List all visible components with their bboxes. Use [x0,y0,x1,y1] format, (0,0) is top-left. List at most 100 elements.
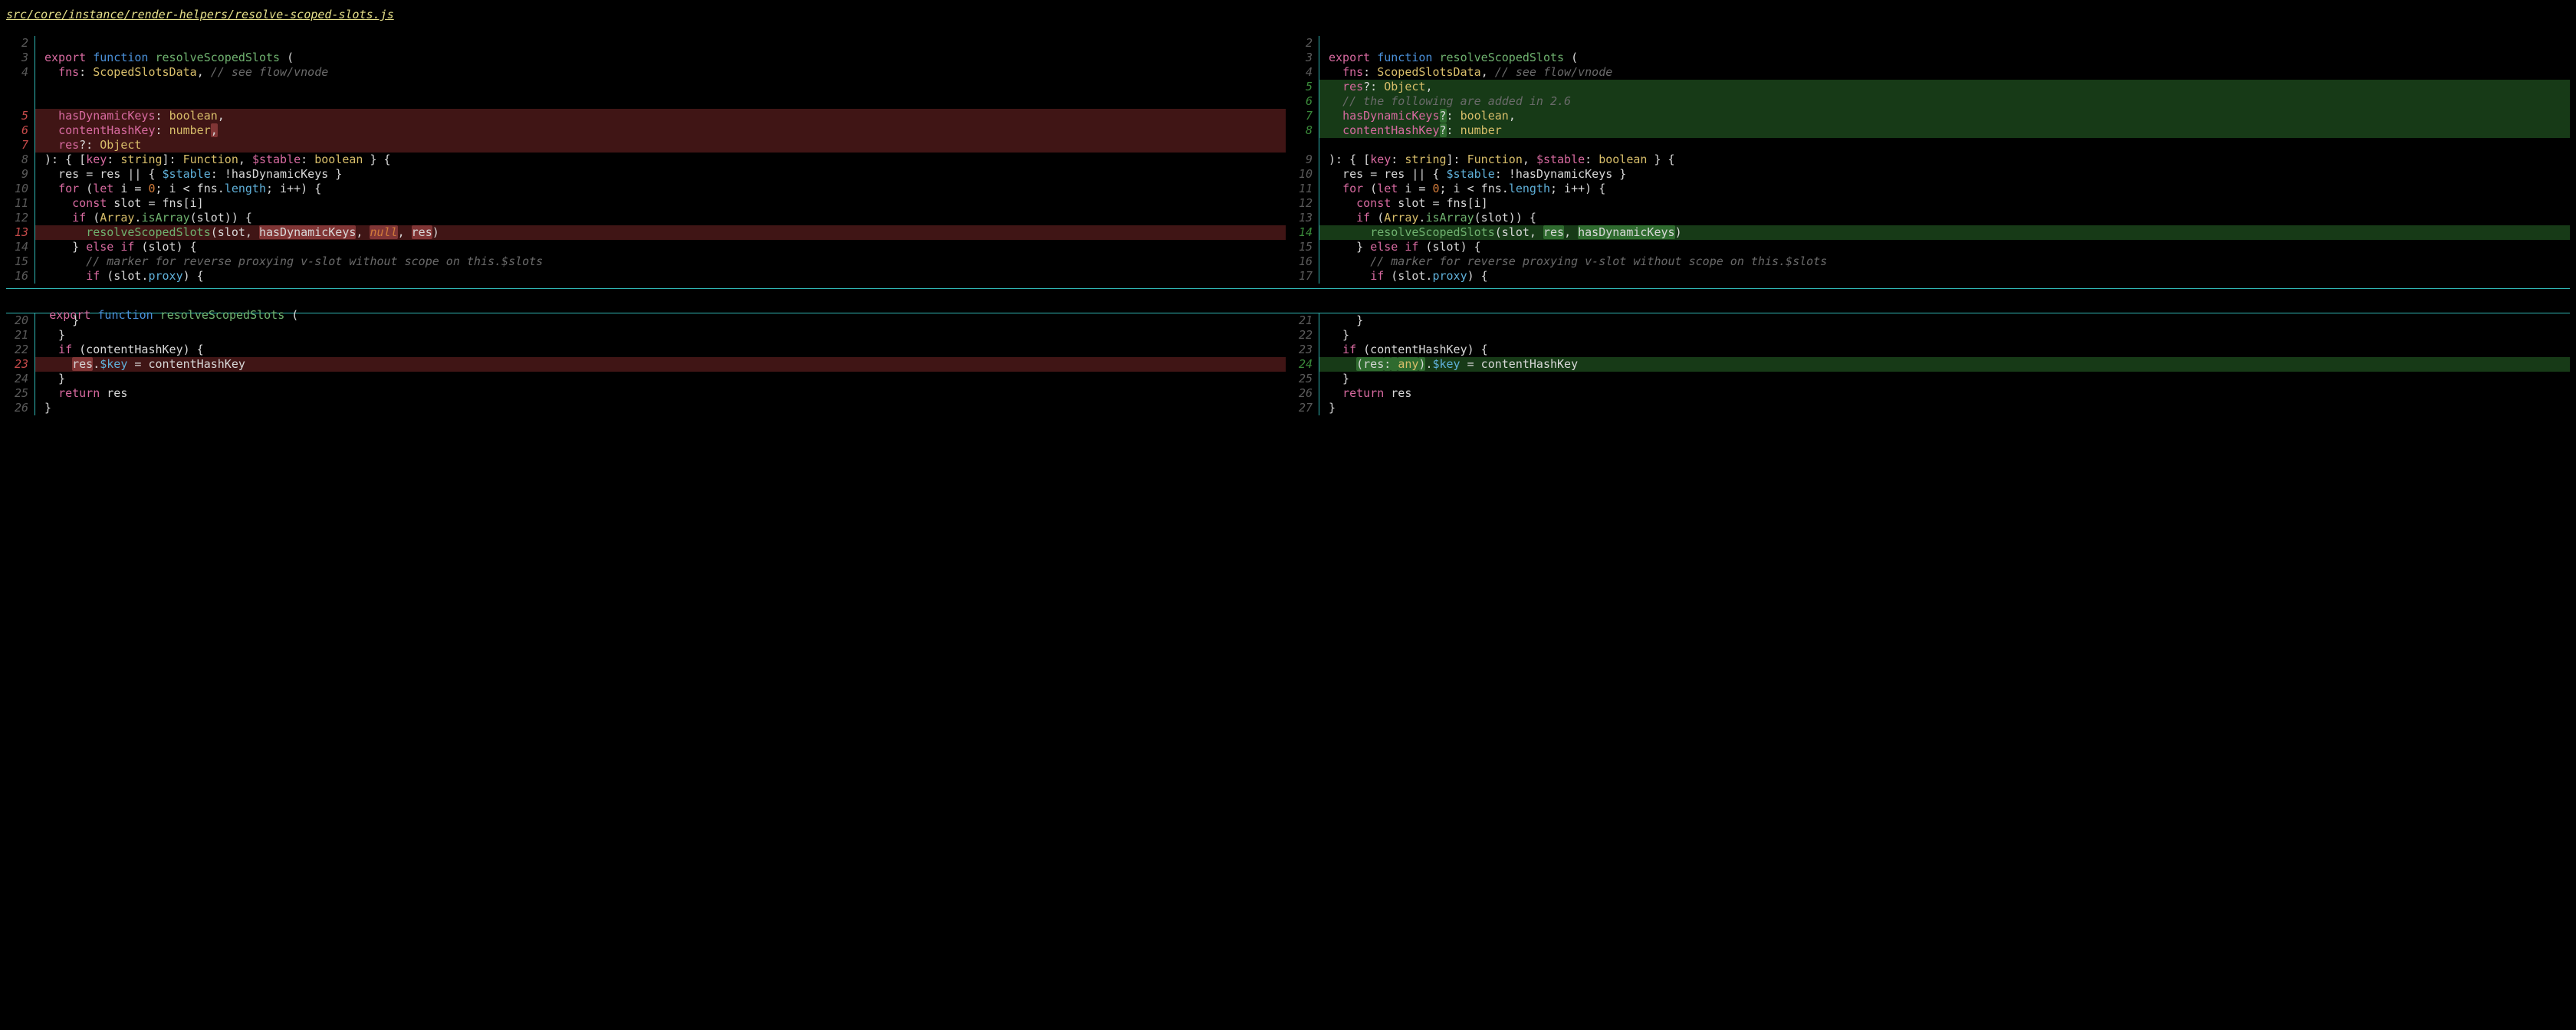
diff-pane-left: 20 }21 }22 if (contentHashKey) {23 res.$… [6,313,1286,415]
code-content: } [43,372,1286,386]
diff-line[interactable]: 21 } [6,328,1286,343]
line-number [1290,138,1319,153]
diff-line[interactable]: 7 hasDynamicKeys?: boolean, [1290,109,2570,123]
diff-line[interactable]: 13 if (Array.isArray(slot)) { [1290,211,2570,225]
diff-line[interactable]: 5 hasDynamicKeys: boolean, [6,109,1286,123]
diff-line[interactable]: 12 if (Array.isArray(slot)) { [6,211,1286,225]
gutter-separator [35,254,43,269]
gutter-separator [35,65,43,80]
code-content [43,94,1286,109]
line-number: 22 [1290,328,1319,343]
code-content: resolveScopedSlots(slot, hasDynamicKeys,… [43,225,1286,240]
diff-line[interactable]: 9 res = res || { $stable: !hasDynamicKey… [6,167,1286,182]
code-content: return res [43,386,1286,401]
gutter-separator [1319,313,1327,328]
line-number: 11 [6,196,35,211]
code-content: res.$key = contentHashKey [43,357,1286,372]
gutter-separator [35,36,43,51]
code-content: res?: Object, [1327,80,2570,94]
diff-line[interactable]: 10 res = res || { $stable: !hasDynamicKe… [1290,167,2570,182]
gutter-separator [35,328,43,343]
diff-line[interactable]: 4 fns: ScopedSlotsData, // see flow/vnod… [1290,65,2570,80]
diff-line[interactable]: 15 } else if (slot) { [1290,240,2570,254]
gutter-separator [35,343,43,357]
diff-line[interactable] [1290,138,2570,153]
diff-line[interactable]: 14 } else if (slot) { [6,240,1286,254]
gutter-separator [35,211,43,225]
code-content: ): { [key: string]: Function, $stable: b… [43,153,1286,167]
diff-line[interactable]: 8): { [key: string]: Function, $stable: … [6,153,1286,167]
collapsed-context-header[interactable]: export function resolveScopedSlots ( [6,288,2570,313]
diff-line[interactable]: 15 // marker for reverse proxying v-slot… [6,254,1286,269]
diff-line[interactable]: 26} [6,401,1286,415]
file-path-header[interactable]: src/core/instance/render-helpers/resolve… [6,6,2570,28]
code-content: res?: Object [43,138,1286,153]
diff-line[interactable]: 13 resolveScopedSlots(slot, hasDynamicKe… [6,225,1286,240]
gutter-separator [1319,94,1327,109]
diff-line[interactable]: 14 resolveScopedSlots(slot, res, hasDyna… [1290,225,2570,240]
diff-line[interactable]: 20 } [6,313,1286,328]
diff-line[interactable]: 10 for (let i = 0; i < fns.length; i++) … [6,182,1286,196]
diff-hunk-1: 23export function resolveScopedSlots (4 … [6,36,2570,284]
diff-line[interactable]: 4 fns: ScopedSlotsData, // see flow/vnod… [6,65,1286,80]
code-content: (res: any).$key = contentHashKey [1327,357,2570,372]
code-content: } [43,313,1286,328]
diff-line[interactable]: 12 const slot = fns[i] [1290,196,2570,211]
diff-line[interactable]: 24 } [6,372,1286,386]
gutter-separator [35,372,43,386]
line-number: 22 [6,343,35,357]
diff-line[interactable]: 3export function resolveScopedSlots ( [1290,51,2570,65]
diff-line[interactable]: 16 // marker for reverse proxying v-slot… [1290,254,2570,269]
diff-line[interactable]: 8 contentHashKey?: number [1290,123,2570,138]
code-content: hasDynamicKeys?: boolean, [1327,109,2570,123]
code-content: contentHashKey?: number [1327,123,2570,138]
diff-line[interactable]: 7 res?: Object [6,138,1286,153]
diff-line[interactable]: 23 res.$key = contentHashKey [6,357,1286,372]
line-number: 21 [6,328,35,343]
diff-line[interactable]: 25 } [1290,372,2570,386]
line-number: 17 [1290,269,1319,284]
line-number: 9 [6,167,35,182]
diff-line[interactable] [6,94,1286,109]
diff-line[interactable] [6,80,1286,94]
diff-line[interactable]: 6 // the following are added in 2.6 [1290,94,2570,109]
gutter-separator [1319,36,1327,51]
gutter-separator [35,138,43,153]
line-number: 12 [6,211,35,225]
line-number: 14 [1290,225,1319,240]
diff-line[interactable]: 21 } [1290,313,2570,328]
diff-line[interactable]: 2 [1290,36,2570,51]
diff-pane-left: 23export function resolveScopedSlots (4 … [6,36,1286,284]
line-number: 3 [6,51,35,65]
diff-line[interactable]: 6 contentHashKey: number, [6,123,1286,138]
diff-line[interactable]: 22 } [1290,328,2570,343]
line-number: 12 [1290,196,1319,211]
code-content: if (Array.isArray(slot)) { [43,211,1286,225]
diff-line[interactable]: 22 if (contentHashKey) { [6,343,1286,357]
gutter-separator [1319,80,1327,94]
spacer [6,28,2570,36]
gutter-separator [35,401,43,415]
code-content: } else if (slot) { [43,240,1286,254]
line-number: 10 [1290,167,1319,182]
diff-line[interactable]: 25 return res [6,386,1286,401]
diff-line[interactable]: 24 (res: any).$key = contentHashKey [1290,357,2570,372]
diff-line[interactable]: 16 if (slot.proxy) { [6,269,1286,284]
diff-pane-right: 23export function resolveScopedSlots (4 … [1290,36,2570,284]
diff-line[interactable]: 3export function resolveScopedSlots ( [6,51,1286,65]
diff-line[interactable]: 5 res?: Object, [1290,80,2570,94]
line-number: 2 [1290,36,1319,51]
diff-line[interactable]: 11 const slot = fns[i] [6,196,1286,211]
line-number: 7 [6,138,35,153]
gutter-separator [1319,386,1327,401]
diff-line[interactable]: 17 if (slot.proxy) { [1290,269,2570,284]
diff-line[interactable]: 11 for (let i = 0; i < fns.length; i++) … [1290,182,2570,196]
diff-line[interactable]: 9): { [key: string]: Function, $stable: … [1290,153,2570,167]
diff-line[interactable]: 2 [6,36,1286,51]
code-content: fns: ScopedSlotsData, // see flow/vnode [43,65,1286,80]
diff-line[interactable]: 26 return res [1290,386,2570,401]
line-number: 6 [1290,94,1319,109]
diff-line[interactable]: 27} [1290,401,2570,415]
diff-line[interactable]: 23 if (contentHashKey) { [1290,343,2570,357]
gutter-separator [1319,357,1327,372]
